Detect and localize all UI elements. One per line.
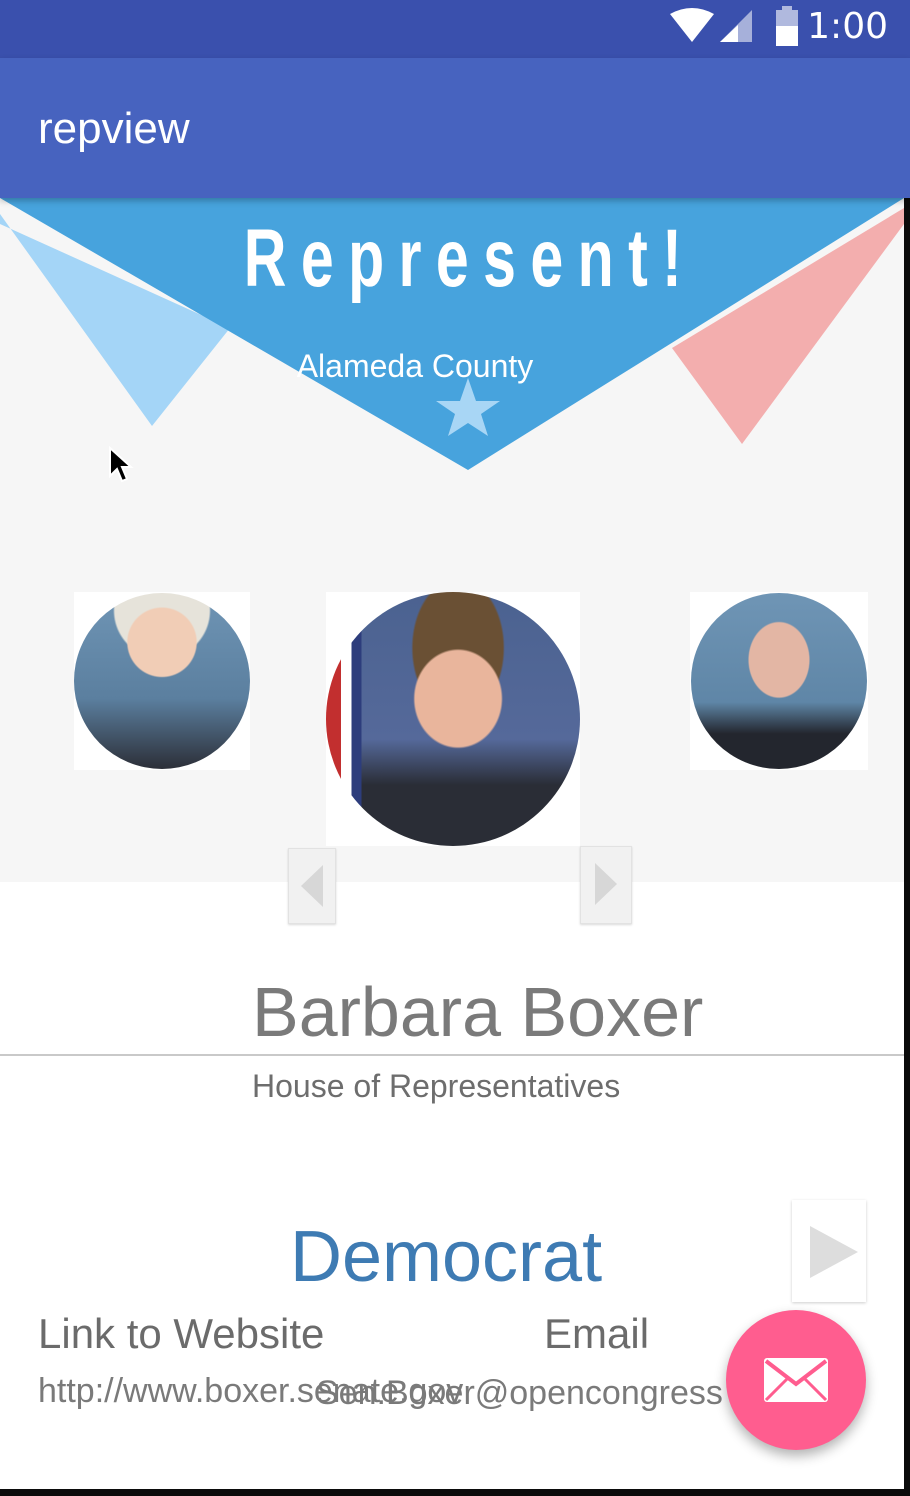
previous-button[interactable] (288, 848, 336, 924)
portrait-left-photo (74, 593, 250, 769)
email-fab-button[interactable] (726, 1310, 866, 1450)
email-link[interactable]: Sen.Boxer@opencongress (316, 1374, 723, 1413)
signal-icon (720, 10, 752, 42)
status-bar: 1:00 (0, 0, 910, 58)
portrait-right[interactable] (690, 592, 868, 770)
county-label: Alameda County (296, 348, 534, 384)
play-arrow-icon (810, 1226, 858, 1278)
website-label: Link to Website (38, 1310, 325, 1357)
representative-name: Barbara Boxer (252, 973, 704, 1051)
portrait-right-photo (691, 593, 867, 769)
divider (0, 1054, 904, 1056)
app-bar: repview (0, 58, 910, 198)
bottom-corner (0, 1428, 38, 1490)
chevron-right-icon (595, 863, 617, 905)
cursor-icon (109, 446, 134, 483)
next-representative-button[interactable] (792, 1200, 866, 1302)
mail-icon (764, 1358, 828, 1402)
email-label: Email (544, 1310, 650, 1357)
chamber-label: House of Representatives (252, 1068, 621, 1104)
portrait-center-photo (326, 592, 580, 846)
chevron-left-icon (301, 865, 323, 907)
portrait-center[interactable] (326, 592, 580, 846)
wifi-icon (670, 8, 714, 42)
app-title: repview (38, 104, 190, 153)
battery-icon (776, 6, 798, 46)
party-label: Democrat (290, 1217, 603, 1297)
next-button[interactable] (580, 846, 632, 924)
portrait-left[interactable] (74, 592, 250, 770)
status-time: 1:00 (807, 6, 888, 47)
window-edge-bottom (0, 1489, 910, 1496)
window-edge-right (904, 198, 910, 1496)
banner-title: Represent! (243, 213, 697, 304)
